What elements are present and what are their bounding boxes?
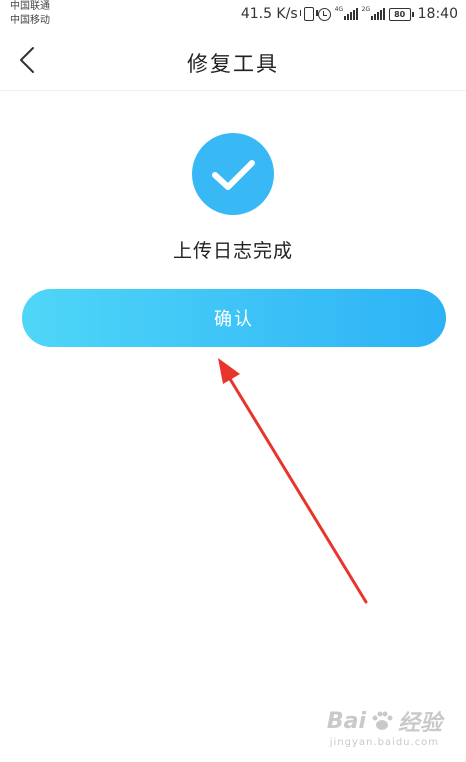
alarm-icon	[317, 7, 331, 21]
carrier-1-label: 中国联通	[10, 1, 50, 12]
battery-icon: 80	[388, 7, 414, 21]
page-header: 修复工具	[0, 34, 466, 91]
signal-2-type: 2G	[361, 6, 371, 13]
success-badge	[192, 133, 274, 215]
signal-1-type: 4G	[334, 6, 344, 13]
watermark: Bai 经验 jingyan.baidu.com	[326, 705, 442, 749]
confirm-button[interactable]: 确认	[22, 289, 446, 347]
checkmark-icon	[212, 160, 255, 190]
vibrate-icon	[299, 7, 318, 21]
status-bar: 中国联通 中国移动 41.5 K/s 4G 2G 80 18:40	[0, 0, 466, 34]
carrier-2-label: 中国移动	[10, 15, 50, 26]
watermark-url: jingyan.baidu.com	[329, 737, 440, 748]
paw-icon	[372, 711, 393, 730]
watermark-brand-left: Bai	[326, 708, 366, 734]
signal-icon: 2G	[361, 6, 385, 20]
result-message: 上传日志完成	[172, 240, 293, 262]
clock: 18:40	[417, 6, 458, 22]
page-title: 修复工具	[187, 52, 279, 76]
annotation-arrow-icon	[218, 358, 368, 604]
network-speed: 41.5 K/s	[240, 6, 298, 22]
signal-icon: 4G	[334, 6, 358, 20]
watermark-brand-right: 经验	[397, 711, 442, 736]
status-indicators: 41.5 K/s 4G 2G 80 18:40	[241, 5, 458, 23]
